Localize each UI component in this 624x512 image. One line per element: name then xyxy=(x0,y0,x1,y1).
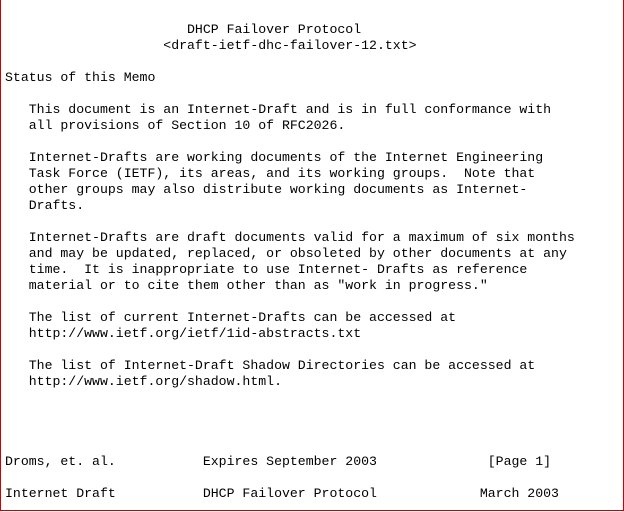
document-page: DHCP Failover Protocol <draft-ietf-dhc-f… xyxy=(0,0,624,511)
draft-title: DHCP Failover Protocol xyxy=(5,22,362,37)
paragraph-line: Internet-Drafts are working documents of… xyxy=(5,150,544,165)
paragraph-line: and may be updated, replaced, or obsolet… xyxy=(5,246,567,261)
paragraph-line: time. It is inappropriate to use Interne… xyxy=(5,262,528,277)
page-footer: Droms, et. al. Expires September 2003 [P… xyxy=(5,454,552,469)
paragraph-line: Drafts. xyxy=(5,198,85,213)
paragraph-line: material or to cite them other than as "… xyxy=(5,278,488,293)
paragraph-line: The list of Internet-Draft Shadow Direct… xyxy=(5,358,536,373)
paragraph-line: This document is an Internet-Draft and i… xyxy=(5,102,552,117)
paragraph-line: Task Force (IETF), its areas, and its wo… xyxy=(5,166,536,181)
running-header: Internet Draft DHCP Failover Protocol Ma… xyxy=(5,486,559,501)
shadow-url-text: http://www.ietf.org/shadow.html. xyxy=(5,374,282,389)
section-heading: Status of this Memo xyxy=(5,70,156,85)
draft-filename: <draft-ietf-dhc-failover-12.txt> xyxy=(5,38,417,53)
paragraph-line: other groups may also distribute working… xyxy=(5,182,528,197)
abstracts-url-text: http://www.ietf.org/ietf/1id-abstracts.t… xyxy=(5,326,362,341)
paragraph-line: Internet-Drafts are draft documents vali… xyxy=(5,230,575,245)
paragraph-line: The list of current Internet-Drafts can … xyxy=(5,310,457,325)
paragraph-line: all provisions of Section 10 of RFC2026. xyxy=(5,118,346,133)
